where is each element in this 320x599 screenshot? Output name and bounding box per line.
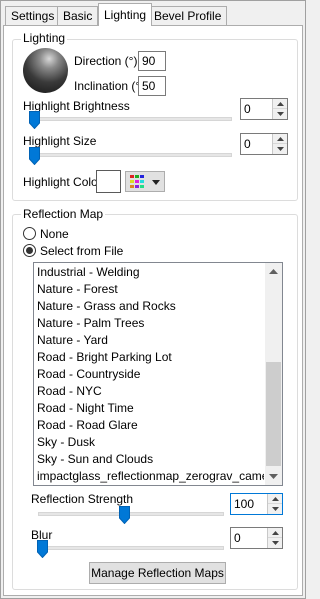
radio-file-label: Select from File bbox=[40, 244, 124, 258]
radio-none-option[interactable]: None bbox=[23, 227, 143, 241]
highlight-size-slider-thumb[interactable] bbox=[29, 147, 40, 166]
radio-select-from-file[interactable] bbox=[23, 244, 36, 257]
spin-up-button[interactable] bbox=[273, 134, 287, 144]
scroll-up-button[interactable] bbox=[265, 263, 282, 280]
highlight-size-track bbox=[30, 153, 232, 157]
arrow-down-icon bbox=[277, 112, 284, 116]
list-item[interactable]: Road - NYC bbox=[34, 383, 264, 400]
spin-up-button[interactable] bbox=[273, 99, 287, 109]
spinner-buttons bbox=[272, 99, 287, 119]
list-scrollbar[interactable] bbox=[265, 263, 282, 485]
highlight-brightness-slider-thumb[interactable] bbox=[29, 111, 40, 130]
list-item[interactable]: Sky - Sun and Clouds bbox=[34, 451, 264, 468]
list-item[interactable]: Nature - Palm Trees bbox=[34, 315, 264, 332]
light-direction-sphere[interactable] bbox=[23, 48, 68, 93]
list-items: Industrial - Welding Nature - Forest Nat… bbox=[34, 264, 264, 485]
arrow-up-icon bbox=[277, 137, 284, 141]
radio-none-label: None bbox=[40, 227, 69, 241]
direction-field[interactable]: 90 bbox=[138, 51, 166, 71]
highlight-brightness-track bbox=[30, 117, 232, 121]
arrow-up-icon bbox=[277, 102, 284, 106]
arrow-down-icon bbox=[272, 541, 279, 545]
arrow-up-icon bbox=[272, 531, 279, 535]
highlight-color-label: Highlight Color bbox=[23, 175, 102, 189]
radio-dot-icon bbox=[26, 247, 33, 254]
highlight-brightness-spinner[interactable]: 0 bbox=[240, 98, 288, 120]
spinner-buttons bbox=[272, 134, 287, 154]
spin-down-button[interactable] bbox=[273, 144, 287, 154]
direction-label: Direction (°) bbox=[74, 54, 138, 68]
spin-down-button[interactable] bbox=[268, 538, 282, 548]
spin-down-button[interactable] bbox=[268, 504, 282, 514]
spin-down-button[interactable] bbox=[273, 109, 287, 119]
tab-label: Bevel Profile bbox=[154, 9, 222, 23]
tab-label: Basic bbox=[63, 9, 93, 23]
inclination-field[interactable]: 50 bbox=[138, 76, 166, 96]
spinner-buttons bbox=[267, 528, 282, 548]
list-item[interactable]: Road - Road Glare bbox=[34, 417, 264, 434]
blur-track bbox=[38, 546, 224, 550]
tab-label: Lighting bbox=[104, 8, 147, 22]
list-item[interactable]: Road - Bright Parking Lot bbox=[34, 349, 264, 366]
list-item[interactable]: Industrial - Welding bbox=[34, 264, 264, 281]
spin-up-button[interactable] bbox=[268, 528, 282, 538]
color-palette-icon bbox=[130, 175, 144, 188]
tab-label: Settings bbox=[11, 9, 55, 23]
arrow-up-icon bbox=[272, 497, 279, 501]
spin-up-button[interactable] bbox=[268, 494, 282, 504]
color-picker-button[interactable] bbox=[125, 171, 165, 192]
chevron-down-icon bbox=[152, 180, 160, 185]
spinner-value: 0 bbox=[244, 102, 251, 116]
highlight-color-swatch[interactable] bbox=[96, 170, 121, 193]
arrow-down-icon bbox=[272, 507, 279, 511]
reflection-strength-spinner[interactable]: 100 bbox=[230, 493, 283, 515]
arrow-down-icon bbox=[277, 147, 284, 151]
reflection-strength-label: Reflection Strength bbox=[31, 492, 134, 506]
tab-lighting[interactable]: Lighting bbox=[98, 3, 153, 26]
tab-settings[interactable]: Settings bbox=[5, 6, 61, 25]
inclination-label: Inclination (°) bbox=[74, 79, 145, 93]
tab-bevel-profile[interactable]: Bevel Profile bbox=[148, 6, 228, 25]
manage-reflection-maps-button[interactable]: Manage Reflection Maps bbox=[89, 562, 226, 584]
reflection-map-list[interactable]: Industrial - Welding Nature - Forest Nat… bbox=[33, 262, 283, 486]
list-item[interactable]: Sky - Dusk bbox=[34, 434, 264, 451]
list-item[interactable]: Nature - Yard bbox=[34, 332, 264, 349]
blur-spinner[interactable]: 0 bbox=[230, 527, 283, 549]
spinner-value: 0 bbox=[244, 137, 251, 151]
spinner-value: 100 bbox=[234, 497, 255, 511]
reflection-map-title: Reflection Map bbox=[21, 207, 106, 221]
reflection-strength-slider-thumb[interactable] bbox=[119, 506, 130, 525]
lighting-group-title: Lighting bbox=[21, 31, 68, 45]
scroll-down-button[interactable] bbox=[265, 468, 282, 485]
list-item[interactable]: impactglass_reflectionmap_zerograv_camer… bbox=[34, 468, 264, 485]
spinner-value: 0 bbox=[234, 531, 241, 545]
scroll-thumb[interactable] bbox=[266, 362, 281, 466]
spinner-buttons bbox=[267, 494, 282, 514]
list-item[interactable]: Nature - Grass and Rocks bbox=[34, 298, 264, 315]
list-item[interactable]: Road - Night Time bbox=[34, 400, 264, 417]
reflection-strength-track bbox=[38, 512, 224, 516]
highlight-size-label: Highlight Size bbox=[23, 134, 97, 148]
blur-slider-thumb[interactable] bbox=[37, 540, 48, 559]
arrow-down-icon bbox=[269, 474, 278, 479]
radio-file-option[interactable]: Select from File bbox=[23, 244, 163, 258]
radio-none[interactable] bbox=[23, 227, 36, 240]
list-item[interactable]: Road - Countryside bbox=[34, 366, 264, 383]
list-item[interactable]: Nature - Forest bbox=[34, 281, 264, 298]
tab-basic[interactable]: Basic bbox=[57, 6, 99, 25]
arrow-up-icon bbox=[269, 269, 278, 274]
highlight-size-spinner[interactable]: 0 bbox=[240, 133, 288, 155]
